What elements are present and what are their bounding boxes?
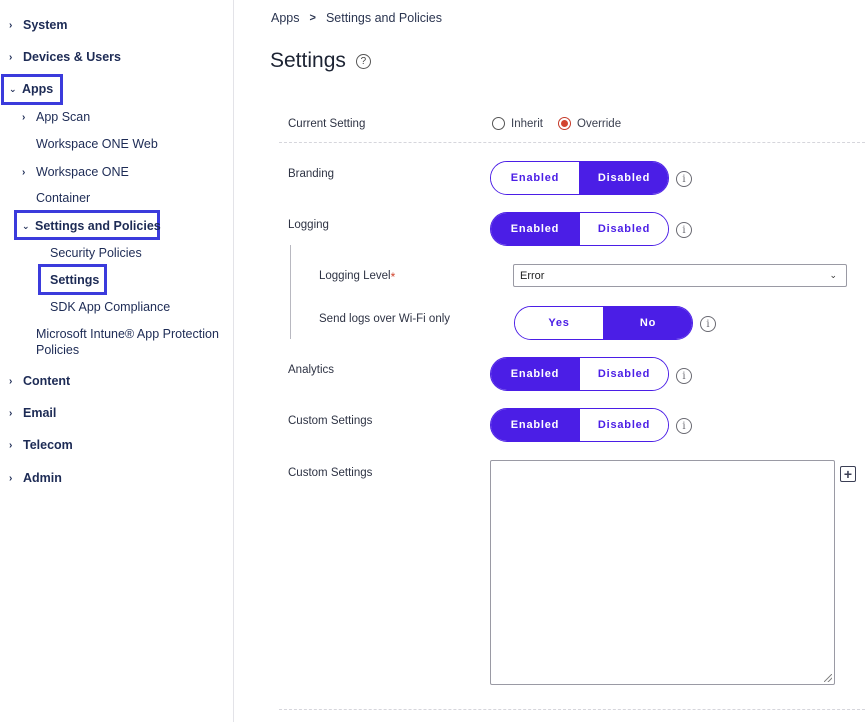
radio-override-label: Override [577, 117, 622, 130]
nav-content[interactable]: › Content [9, 374, 70, 388]
branding-enabled-button[interactable]: Enabled [491, 162, 579, 194]
custom-settings-text-label: Custom Settings [288, 467, 373, 479]
send-logs-no-button[interactable]: No [603, 307, 692, 339]
nav-workspace-one[interactable]: › Workspace ONE [22, 165, 129, 179]
analytics-disabled-button[interactable]: Disabled [579, 358, 668, 390]
nav-admin[interactable]: › Admin [9, 471, 62, 485]
nav-intune-label: Microsoft Intune® App Protection Policie… [36, 327, 219, 357]
sidebar: › System › Devices & Users ⌄ Apps › App … [0, 0, 234, 722]
custom-settings-enabled-button[interactable]: Enabled [491, 409, 579, 441]
analytics-enabled-button[interactable]: Enabled [491, 358, 579, 390]
nav-settings[interactable]: Settings [50, 273, 99, 287]
logging-level-label: Logging Level* [319, 270, 395, 284]
nav-sdk-app-compliance-label: SDK App Compliance [50, 300, 171, 314]
nav-apps-label: Apps [22, 82, 54, 96]
radio-override[interactable]: Override [558, 117, 621, 130]
chevron-right-icon: › [9, 375, 13, 387]
nav-devices-users[interactable]: › Devices & Users [9, 50, 121, 64]
logging-disabled-button[interactable]: Disabled [579, 213, 668, 245]
nav-content-label: Content [23, 374, 71, 388]
breadcrumb-current: Settings and Policies [325, 11, 442, 25]
page-title-text: Settings [270, 49, 346, 72]
logging-level-value: Error [520, 269, 545, 282]
custom-settings-disabled-button[interactable]: Disabled [579, 409, 668, 441]
send-logs-toggle: Yes No [514, 306, 693, 340]
nav-system-label: System [23, 18, 68, 32]
radio-inherit[interactable]: Inherit [492, 117, 543, 130]
chevron-down-icon: ⌄ [829, 270, 837, 280]
logging-level-label-text: Logging Level [319, 270, 391, 282]
chevron-right-icon: › [22, 111, 26, 123]
nav-security-policies[interactable]: Security Policies [50, 246, 142, 260]
info-icon[interactable]: i [676, 368, 692, 384]
nav-settings-and-policies[interactable]: ⌄ Settings and Policies [22, 219, 161, 233]
logging-label: Logging [288, 219, 329, 231]
chevron-right-icon: › [9, 19, 13, 31]
info-icon[interactable]: i [676, 418, 692, 434]
chevron-right-icon: > [309, 12, 316, 24]
page-title: Settings ? [270, 49, 371, 73]
resize-handle-icon[interactable] [824, 674, 832, 682]
nav-container-label: Container [36, 191, 91, 205]
sub-settings-indent-line [290, 245, 291, 339]
nav-workspace-one-web-label: Workspace ONE Web [36, 137, 158, 151]
chevron-down-icon: ⌄ [22, 220, 30, 231]
chevron-right-icon: › [9, 439, 13, 451]
branding-disabled-button[interactable]: Disabled [579, 162, 668, 194]
analytics-toggle: Enabled Disabled [490, 357, 669, 391]
chevron-down-icon: ⌄ [9, 83, 17, 94]
nav-security-policies-label: Security Policies [50, 246, 142, 260]
nav-email[interactable]: › Email [9, 406, 56, 420]
nav-settings-label: Settings [50, 273, 100, 287]
nav-workspace-one-web[interactable]: Workspace ONE Web [36, 137, 158, 151]
custom-settings-toggle: Enabled Disabled [490, 408, 669, 442]
analytics-label: Analytics [288, 364, 335, 376]
info-icon[interactable]: i [700, 316, 716, 332]
required-marker: * [390, 270, 396, 284]
chevron-right-icon: › [9, 472, 13, 484]
radio-inherit-label: Inherit [511, 117, 543, 130]
chevron-right-icon: › [9, 51, 13, 63]
nav-container[interactable]: Container [36, 191, 90, 205]
info-icon[interactable]: i [676, 171, 692, 187]
nav-system[interactable]: › System [9, 18, 67, 32]
branding-label: Branding [288, 168, 335, 180]
nav-devices-users-label: Devices & Users [23, 50, 121, 64]
logging-enabled-button[interactable]: Enabled [491, 213, 579, 245]
current-setting-label: Current Setting [288, 118, 366, 130]
nav-telecom[interactable]: › Telecom [9, 438, 73, 452]
nav-settings-and-policies-label: Settings and Policies [35, 219, 161, 233]
nav-email-label: Email [23, 406, 57, 420]
nav-admin-label: Admin [23, 471, 62, 485]
custom-settings-toggle-label: Custom Settings [288, 415, 373, 427]
help-icon[interactable]: ? [355, 53, 371, 69]
nav-sdk-app-compliance[interactable]: SDK App Compliance [50, 300, 170, 314]
chevron-right-icon: › [22, 166, 26, 178]
chevron-right-icon: › [9, 407, 13, 419]
branding-toggle: Enabled Disabled [490, 161, 669, 195]
divider [279, 142, 865, 143]
custom-settings-textarea[interactable] [490, 460, 835, 685]
breadcrumb-apps[interactable]: Apps [271, 11, 300, 25]
logging-level-select[interactable]: Error ⌄ [513, 264, 847, 287]
nav-apps[interactable]: ⌄ Apps [9, 82, 53, 96]
add-icon[interactable]: + [840, 466, 856, 482]
divider [279, 709, 865, 710]
send-logs-yes-button[interactable]: Yes [515, 307, 603, 339]
radio-circle-icon [492, 117, 505, 130]
radio-selected-icon [558, 117, 571, 130]
nav-app-scan-label: App Scan [36, 110, 91, 124]
info-icon[interactable]: i [676, 222, 692, 238]
nav-app-scan[interactable]: › App Scan [22, 110, 90, 124]
main-content: Apps > Settings and Policies Settings ? … [234, 0, 865, 722]
nav-telecom-label: Telecom [23, 438, 73, 452]
send-logs-label: Send logs over Wi-Fi only [319, 313, 451, 325]
logging-toggle: Enabled Disabled [490, 212, 669, 246]
breadcrumb: Apps > Settings and Policies [271, 11, 442, 25]
nav-workspace-one-label: Workspace ONE [36, 165, 129, 179]
nav-intune-app-protection[interactable]: Microsoft Intune® App Protection Policie… [36, 326, 231, 358]
